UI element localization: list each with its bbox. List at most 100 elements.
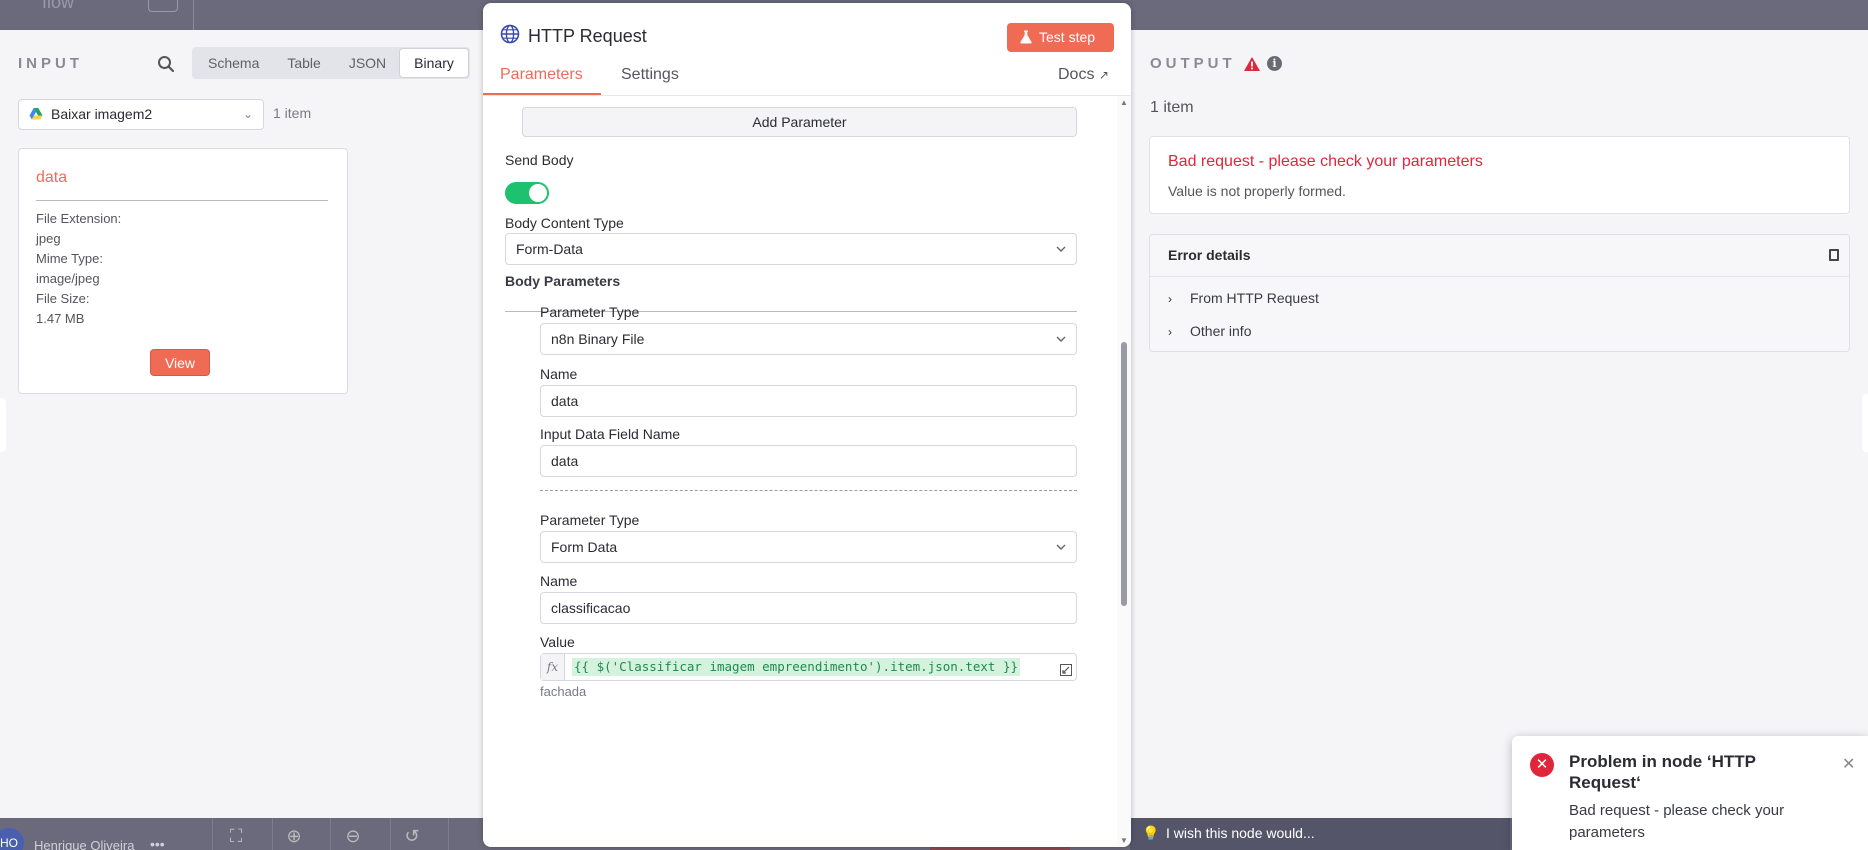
toast-title: Problem in node ‘HTTP Request‘ [1569, 752, 1756, 792]
send-body-toggle[interactable] [505, 182, 549, 204]
scrollbar[interactable]: ▲ ▼ [1117, 96, 1131, 847]
input-panel: INPUT Schema Table JSON Binary Baixar im… [0, 30, 483, 818]
add-parameter-button[interactable]: Add Parameter [522, 107, 1077, 137]
input-data-field-name-label: Input Data Field Name [540, 426, 681, 442]
view-tab-table[interactable]: Table [273, 49, 334, 77]
parameter-name-label: Name [540, 573, 578, 589]
divider [36, 200, 328, 201]
view-mode-switch: Schema Table JSON Binary [192, 47, 470, 79]
test-step-label: Test step [1039, 29, 1096, 45]
parameter-type-label: Parameter Type [540, 512, 640, 528]
canvas-title: flow [42, 0, 75, 12]
test-step-button[interactable]: Test step [1007, 23, 1114, 52]
parameters-form: Add Parameter Send Body Body Content Typ… [483, 96, 1117, 847]
input-node-name: Baixar imagem2 [51, 106, 153, 122]
view-binary-button[interactable]: View [150, 349, 210, 376]
scrollbar-thumb[interactable] [1121, 342, 1127, 606]
input-item-count: 1 item [273, 105, 312, 121]
node-settings-modal: HTTP Request Test step Parameters Settin… [483, 3, 1131, 847]
input-panel-drag-handle[interactable] [0, 398, 6, 452]
divider [390, 818, 391, 850]
error-toast: ✕ Problem in node ‘HTTP Request‘ Bad req… [1512, 736, 1868, 850]
output-item-count: 1 item [1150, 99, 1194, 116]
docs-label: Docs [1058, 66, 1095, 83]
divider [212, 818, 213, 850]
user-name: Henrique Oliveira [34, 838, 135, 850]
file-extension-value: jpeg [36, 231, 61, 246]
chevron-right-icon: › [1168, 325, 1172, 339]
output-panel: OUTPUT i 1 item Bad request - please che… [1130, 30, 1868, 818]
binary-data-card: data File Extension: jpeg Mime Type: ima… [18, 148, 348, 394]
send-body-label: Send Body [505, 152, 574, 168]
scroll-up-icon[interactable]: ▲ [1120, 98, 1128, 107]
zoom-out-icon[interactable]: ⊖ [335, 826, 371, 850]
divider [448, 818, 449, 850]
error-detail-label: From HTTP Request [1190, 290, 1319, 306]
avatar[interactable]: HO [0, 828, 24, 850]
reset-zoom-icon[interactable]: ↺ [394, 826, 430, 850]
zoom-in-icon[interactable]: ⊕ [276, 826, 312, 850]
divider [193, 0, 194, 30]
mime-type-label: Mime Type: [36, 251, 103, 266]
input-data-field-name-input[interactable]: data [540, 445, 1077, 477]
expression-code: {{ $('Classificar imagem empreendimento'… [572, 658, 1021, 676]
body-content-type-value: Form-Data [516, 241, 583, 257]
docs-link[interactable]: Docs ↗ [1058, 66, 1109, 84]
output-panel-drag-handle[interactable] [1862, 394, 1868, 452]
parameter-type-value: Form Data [551, 539, 618, 555]
tab-parameters[interactable]: Parameters [500, 66, 583, 84]
lightbulb-icon: 💡 [1142, 825, 1160, 841]
user-menu-icon[interactable]: ••• [150, 836, 165, 850]
search-icon[interactable] [157, 55, 175, 73]
error-description: Value is not properly formed. [1168, 183, 1346, 199]
feedback-bar[interactable]: 💡 I wish this node would... [1130, 818, 1510, 850]
mime-type-value: image/jpeg [36, 271, 100, 286]
error-detail-item[interactable]: › Other info [1168, 323, 1251, 339]
close-icon[interactable]: ✕ [1842, 754, 1855, 774]
info-icon[interactable]: i [1267, 56, 1282, 71]
expand-icon[interactable] [1060, 664, 1072, 676]
expression-editor[interactable]: fx {{ $('Classificar imagem empreendimen… [540, 653, 1077, 681]
feedback-text: I wish this node would... [1166, 825, 1315, 841]
warning-icon [1244, 57, 1260, 71]
copy-icon[interactable] [1829, 249, 1839, 261]
view-tab-schema[interactable]: Schema [194, 49, 273, 77]
node-title[interactable]: HTTP Request [528, 26, 647, 47]
scroll-down-icon[interactable]: ▼ [1120, 836, 1128, 845]
parameter-type-label: Parameter Type [540, 304, 640, 320]
parameter-type-select[interactable]: Form Data [540, 531, 1077, 563]
toast-message: Bad request - please check your paramete… [1569, 802, 1785, 841]
error-details-title: Error details [1168, 247, 1251, 263]
error-details: Error details › From HTTP Request › Other … [1149, 234, 1850, 352]
error-message-box: Bad request - please check your paramete… [1149, 136, 1850, 214]
parameter-type-select[interactable]: n8n Binary File [540, 323, 1077, 355]
chevron-right-icon: › [1168, 292, 1172, 306]
divider [1150, 276, 1849, 277]
view-tab-binary[interactable]: Binary [400, 49, 468, 77]
output-title: OUTPUT [1150, 55, 1236, 72]
view-tab-json[interactable]: JSON [335, 49, 400, 77]
google-drive-icon [29, 108, 43, 120]
input-node-select[interactable]: Baixar imagem2 ⌄ [18, 99, 264, 130]
divider [330, 818, 331, 850]
error-detail-item[interactable]: › From HTTP Request [1168, 290, 1319, 306]
parameter-value-label: Value [540, 634, 575, 650]
external-link-icon: ↗ [1098, 68, 1109, 82]
divider [272, 818, 273, 850]
parameter-name-input[interactable]: data [540, 385, 1077, 417]
canvas-top-button[interactable] [148, 0, 178, 12]
body-parameters-label: Body Parameters [505, 273, 621, 289]
chevron-down-icon [1056, 246, 1066, 252]
globe-icon [500, 24, 520, 44]
binary-property-name: data [36, 169, 68, 186]
tab-settings[interactable]: Settings [621, 66, 679, 84]
chevron-down-icon: ⌄ [242, 107, 253, 121]
parameter-name-label: Name [540, 366, 578, 382]
parameter-name-input[interactable]: classificacao [540, 592, 1077, 624]
fit-view-icon[interactable]: ⛶ [218, 826, 254, 850]
error-icon: ✕ [1530, 753, 1554, 777]
error-detail-label: Other info [1190, 323, 1252, 339]
body-content-type-select[interactable]: Form-Data [505, 233, 1077, 265]
expression-result: fachada [540, 684, 587, 699]
file-extension-label: File Extension: [36, 211, 122, 226]
